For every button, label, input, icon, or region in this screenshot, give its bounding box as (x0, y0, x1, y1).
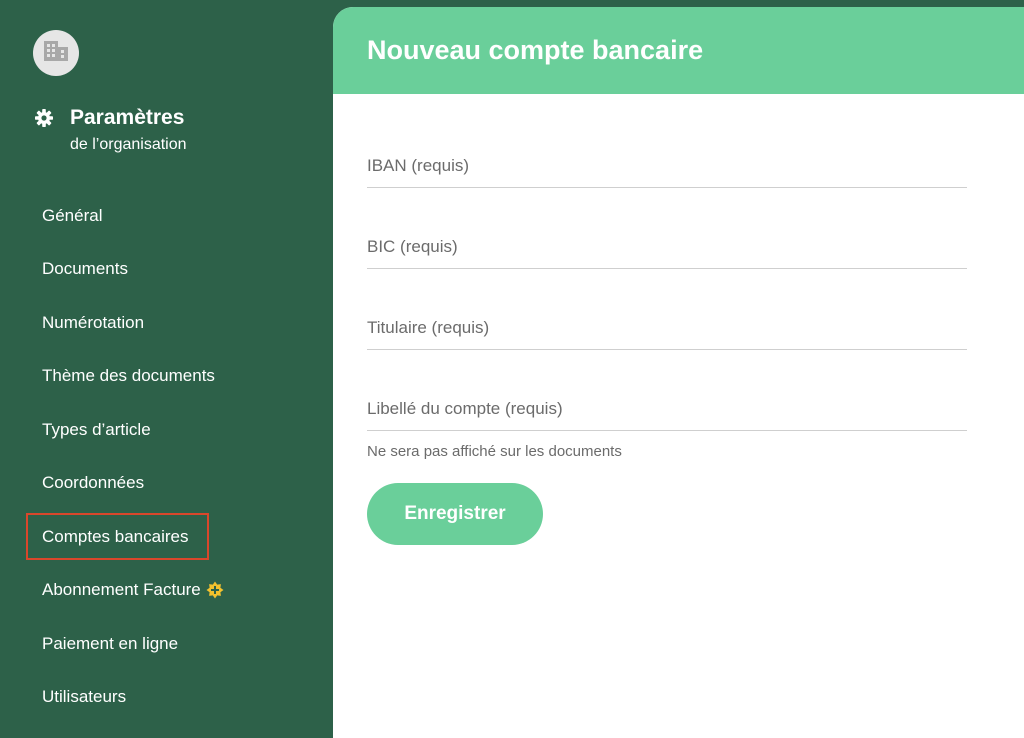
gear-icon (34, 108, 54, 128)
sidebar-item-subscription[interactable]: Abonnement Facture (26, 564, 316, 618)
panel-header: Nouveau compte bancaire (333, 7, 1024, 94)
save-button[interactable]: Enregistrer (367, 483, 543, 545)
bank-account-form: IBAN (requis) BIC (requis) Titulaire (re… (367, 94, 967, 545)
sidebar-item-label: Comptes bancaires (42, 526, 189, 546)
sidebar-item-online-payment[interactable]: Paiement en ligne (26, 617, 316, 671)
sidebar-item-label: Types d’article (42, 419, 151, 439)
sidebar-item-label: Paiement en ligne (42, 633, 179, 653)
sidebar-item-documents[interactable]: Documents (26, 243, 316, 297)
bic-input[interactable] (367, 175, 967, 269)
sidebar-item-label: Général (42, 205, 103, 225)
settings-subtitle: de l’organisation (70, 136, 187, 153)
sidebar-item-contact-details[interactable]: Coordonnées (26, 457, 316, 511)
page-title: Nouveau compte bancaire (367, 35, 704, 65)
account-label-input[interactable] (367, 337, 967, 431)
account-label-field: Libellé du compte (requis) (367, 337, 967, 431)
holder-input[interactable] (367, 256, 967, 350)
sidebar-item-label: Numérotation (42, 312, 145, 332)
settings-nav: Général Documents Numérotation Thème des… (26, 189, 316, 724)
holder-field: Titulaire (requis) (367, 256, 967, 350)
bic-field: BIC (requis) (367, 175, 967, 269)
sidebar-item-label: Coordonnées (42, 473, 145, 493)
sidebar-item-document-theme[interactable]: Thème des documents (26, 350, 316, 404)
settings-header: Paramètres de l’organisation (34, 106, 187, 154)
sidebar-item-general[interactable]: Général (26, 189, 316, 243)
sidebar-item-label: Utilisateurs (42, 687, 127, 707)
app: Paramètres de l’organisation Général Doc… (0, 0, 1024, 738)
sidebar-item-label: Abonnement Facture (42, 580, 201, 600)
sidebar-item-bank-accounts[interactable]: Comptes bancaires (26, 513, 209, 560)
settings-title: Paramètres (70, 106, 185, 129)
sidebar-item-label: Documents (42, 259, 128, 279)
sidebar-item-users[interactable]: Utilisateurs (26, 671, 316, 725)
iban-field: IBAN (requis) (367, 94, 967, 188)
main-panel: Nouveau compte bancaire IBAN (requis) BI… (333, 7, 1024, 738)
sidebar-item-article-types[interactable]: Types d’article (26, 403, 316, 457)
building-icon (42, 39, 70, 68)
organization-avatar[interactable] (33, 30, 79, 76)
field-hint: Ne sera pas affiché sur les documents (367, 443, 622, 460)
sidebar: Paramètres de l’organisation Général Doc… (0, 0, 333, 738)
iban-input[interactable] (367, 94, 967, 188)
star-plus-icon (206, 581, 224, 599)
sidebar-item-numbering[interactable]: Numérotation (26, 296, 316, 350)
sidebar-item-label: Thème des documents (42, 366, 215, 386)
